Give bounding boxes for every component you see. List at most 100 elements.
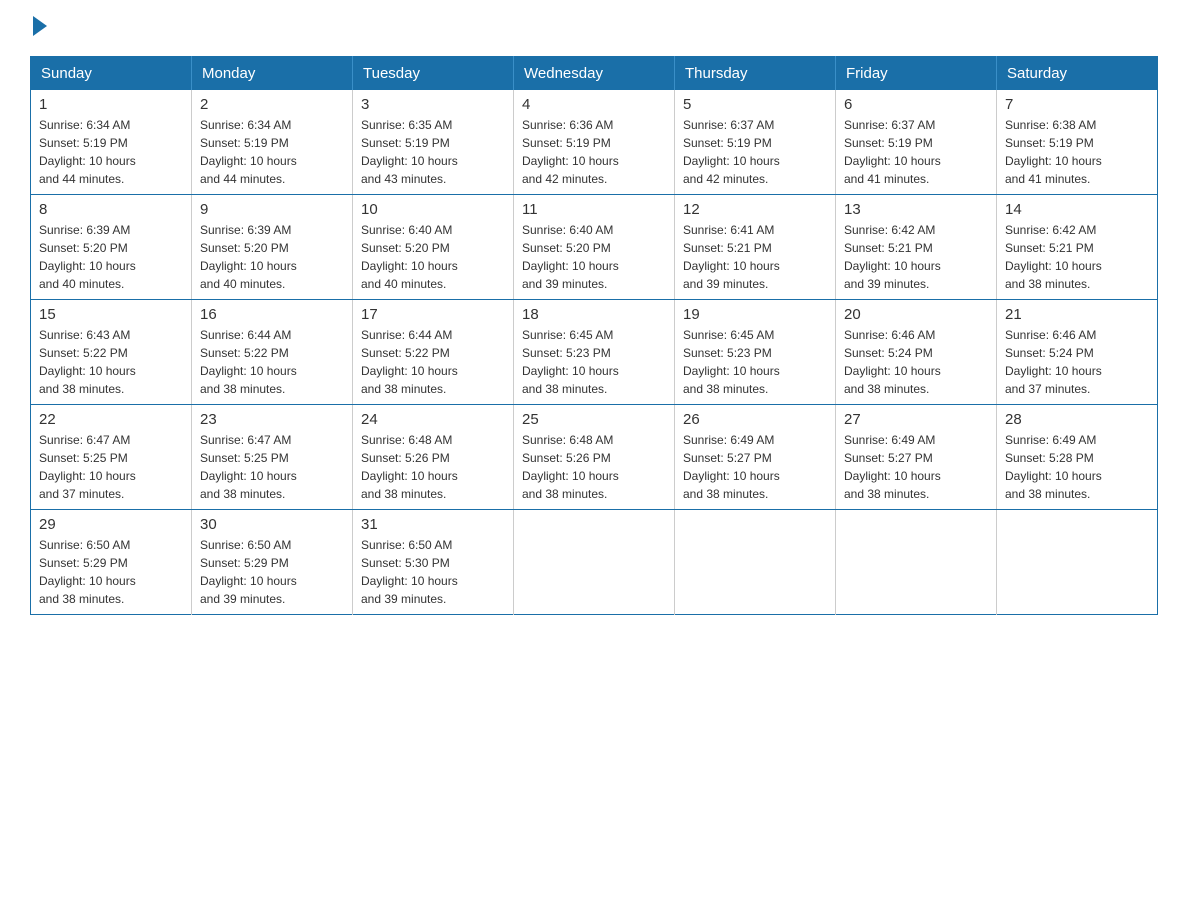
calendar-cell xyxy=(997,510,1158,615)
calendar-cell: 27 Sunrise: 6:49 AM Sunset: 5:27 PM Dayl… xyxy=(836,405,997,510)
calendar-cell: 7 Sunrise: 6:38 AM Sunset: 5:19 PM Dayli… xyxy=(997,90,1158,195)
day-info: Sunrise: 6:45 AM Sunset: 5:23 PM Dayligh… xyxy=(683,326,827,398)
weekday-header-tuesday: Tuesday xyxy=(353,57,514,91)
calendar-cell: 16 Sunrise: 6:44 AM Sunset: 5:22 PM Dayl… xyxy=(192,300,353,405)
calendar-cell: 14 Sunrise: 6:42 AM Sunset: 5:21 PM Dayl… xyxy=(997,195,1158,300)
day-number: 19 xyxy=(683,306,827,323)
calendar-cell: 18 Sunrise: 6:45 AM Sunset: 5:23 PM Dayl… xyxy=(514,300,675,405)
calendar-cell: 29 Sunrise: 6:50 AM Sunset: 5:29 PM Dayl… xyxy=(31,510,192,615)
day-number: 28 xyxy=(1005,411,1149,428)
calendar-cell xyxy=(675,510,836,615)
day-number: 22 xyxy=(39,411,183,428)
week-row-5: 29 Sunrise: 6:50 AM Sunset: 5:29 PM Dayl… xyxy=(31,510,1158,615)
day-info: Sunrise: 6:48 AM Sunset: 5:26 PM Dayligh… xyxy=(361,431,505,503)
calendar-cell: 4 Sunrise: 6:36 AM Sunset: 5:19 PM Dayli… xyxy=(514,90,675,195)
day-number: 12 xyxy=(683,201,827,218)
calendar-cell: 20 Sunrise: 6:46 AM Sunset: 5:24 PM Dayl… xyxy=(836,300,997,405)
logo-arrow-icon xyxy=(33,16,47,36)
page-header xyxy=(30,20,1158,36)
day-number: 23 xyxy=(200,411,344,428)
calendar-cell: 6 Sunrise: 6:37 AM Sunset: 5:19 PM Dayli… xyxy=(836,90,997,195)
day-number: 14 xyxy=(1005,201,1149,218)
day-info: Sunrise: 6:49 AM Sunset: 5:27 PM Dayligh… xyxy=(683,431,827,503)
day-info: Sunrise: 6:42 AM Sunset: 5:21 PM Dayligh… xyxy=(844,221,988,293)
calendar-cell: 30 Sunrise: 6:50 AM Sunset: 5:29 PM Dayl… xyxy=(192,510,353,615)
day-info: Sunrise: 6:50 AM Sunset: 5:29 PM Dayligh… xyxy=(200,536,344,608)
day-number: 25 xyxy=(522,411,666,428)
day-number: 8 xyxy=(39,201,183,218)
day-info: Sunrise: 6:49 AM Sunset: 5:28 PM Dayligh… xyxy=(1005,431,1149,503)
calendar-cell: 23 Sunrise: 6:47 AM Sunset: 5:25 PM Dayl… xyxy=(192,405,353,510)
day-number: 7 xyxy=(1005,96,1149,113)
calendar-cell: 31 Sunrise: 6:50 AM Sunset: 5:30 PM Dayl… xyxy=(353,510,514,615)
calendar-cell: 15 Sunrise: 6:43 AM Sunset: 5:22 PM Dayl… xyxy=(31,300,192,405)
day-info: Sunrise: 6:34 AM Sunset: 5:19 PM Dayligh… xyxy=(200,116,344,188)
week-row-3: 15 Sunrise: 6:43 AM Sunset: 5:22 PM Dayl… xyxy=(31,300,1158,405)
week-row-2: 8 Sunrise: 6:39 AM Sunset: 5:20 PM Dayli… xyxy=(31,195,1158,300)
day-info: Sunrise: 6:44 AM Sunset: 5:22 PM Dayligh… xyxy=(200,326,344,398)
day-number: 29 xyxy=(39,516,183,533)
day-info: Sunrise: 6:36 AM Sunset: 5:19 PM Dayligh… xyxy=(522,116,666,188)
calendar-cell: 26 Sunrise: 6:49 AM Sunset: 5:27 PM Dayl… xyxy=(675,405,836,510)
calendar-cell: 19 Sunrise: 6:45 AM Sunset: 5:23 PM Dayl… xyxy=(675,300,836,405)
day-info: Sunrise: 6:45 AM Sunset: 5:23 PM Dayligh… xyxy=(522,326,666,398)
calendar-cell: 28 Sunrise: 6:49 AM Sunset: 5:28 PM Dayl… xyxy=(997,405,1158,510)
calendar-cell xyxy=(836,510,997,615)
calendar-table: SundayMondayTuesdayWednesdayThursdayFrid… xyxy=(30,56,1158,615)
day-info: Sunrise: 6:48 AM Sunset: 5:26 PM Dayligh… xyxy=(522,431,666,503)
day-number: 30 xyxy=(200,516,344,533)
day-info: Sunrise: 6:37 AM Sunset: 5:19 PM Dayligh… xyxy=(683,116,827,188)
day-info: Sunrise: 6:43 AM Sunset: 5:22 PM Dayligh… xyxy=(39,326,183,398)
calendar-cell: 11 Sunrise: 6:40 AM Sunset: 5:20 PM Dayl… xyxy=(514,195,675,300)
weekday-header-thursday: Thursday xyxy=(675,57,836,91)
day-number: 17 xyxy=(361,306,505,323)
day-number: 10 xyxy=(361,201,505,218)
day-number: 4 xyxy=(522,96,666,113)
calendar-cell: 21 Sunrise: 6:46 AM Sunset: 5:24 PM Dayl… xyxy=(997,300,1158,405)
calendar-cell: 1 Sunrise: 6:34 AM Sunset: 5:19 PM Dayli… xyxy=(31,90,192,195)
calendar-cell: 22 Sunrise: 6:47 AM Sunset: 5:25 PM Dayl… xyxy=(31,405,192,510)
day-info: Sunrise: 6:39 AM Sunset: 5:20 PM Dayligh… xyxy=(200,221,344,293)
calendar-cell: 9 Sunrise: 6:39 AM Sunset: 5:20 PM Dayli… xyxy=(192,195,353,300)
day-number: 13 xyxy=(844,201,988,218)
day-info: Sunrise: 6:50 AM Sunset: 5:29 PM Dayligh… xyxy=(39,536,183,608)
logo-general-text xyxy=(30,20,47,36)
calendar-cell xyxy=(514,510,675,615)
day-number: 6 xyxy=(844,96,988,113)
day-number: 11 xyxy=(522,201,666,218)
day-number: 3 xyxy=(361,96,505,113)
day-number: 5 xyxy=(683,96,827,113)
weekday-header-row: SundayMondayTuesdayWednesdayThursdayFrid… xyxy=(31,57,1158,91)
day-number: 27 xyxy=(844,411,988,428)
calendar-cell: 13 Sunrise: 6:42 AM Sunset: 5:21 PM Dayl… xyxy=(836,195,997,300)
day-info: Sunrise: 6:40 AM Sunset: 5:20 PM Dayligh… xyxy=(361,221,505,293)
day-info: Sunrise: 6:37 AM Sunset: 5:19 PM Dayligh… xyxy=(844,116,988,188)
day-number: 15 xyxy=(39,306,183,323)
day-number: 16 xyxy=(200,306,344,323)
weekday-header-wednesday: Wednesday xyxy=(514,57,675,91)
calendar-cell: 3 Sunrise: 6:35 AM Sunset: 5:19 PM Dayli… xyxy=(353,90,514,195)
day-info: Sunrise: 6:47 AM Sunset: 5:25 PM Dayligh… xyxy=(39,431,183,503)
day-info: Sunrise: 6:42 AM Sunset: 5:21 PM Dayligh… xyxy=(1005,221,1149,293)
day-info: Sunrise: 6:39 AM Sunset: 5:20 PM Dayligh… xyxy=(39,221,183,293)
day-info: Sunrise: 6:46 AM Sunset: 5:24 PM Dayligh… xyxy=(1005,326,1149,398)
day-info: Sunrise: 6:49 AM Sunset: 5:27 PM Dayligh… xyxy=(844,431,988,503)
weekday-header-saturday: Saturday xyxy=(997,57,1158,91)
day-info: Sunrise: 6:44 AM Sunset: 5:22 PM Dayligh… xyxy=(361,326,505,398)
week-row-4: 22 Sunrise: 6:47 AM Sunset: 5:25 PM Dayl… xyxy=(31,405,1158,510)
calendar-cell: 12 Sunrise: 6:41 AM Sunset: 5:21 PM Dayl… xyxy=(675,195,836,300)
day-info: Sunrise: 6:38 AM Sunset: 5:19 PM Dayligh… xyxy=(1005,116,1149,188)
day-info: Sunrise: 6:34 AM Sunset: 5:19 PM Dayligh… xyxy=(39,116,183,188)
calendar-cell: 2 Sunrise: 6:34 AM Sunset: 5:19 PM Dayli… xyxy=(192,90,353,195)
calendar-cell: 8 Sunrise: 6:39 AM Sunset: 5:20 PM Dayli… xyxy=(31,195,192,300)
weekday-header-sunday: Sunday xyxy=(31,57,192,91)
weekday-header-monday: Monday xyxy=(192,57,353,91)
calendar-cell: 10 Sunrise: 6:40 AM Sunset: 5:20 PM Dayl… xyxy=(353,195,514,300)
day-number: 18 xyxy=(522,306,666,323)
weekday-header-friday: Friday xyxy=(836,57,997,91)
day-number: 9 xyxy=(200,201,344,218)
day-info: Sunrise: 6:50 AM Sunset: 5:30 PM Dayligh… xyxy=(361,536,505,608)
day-number: 26 xyxy=(683,411,827,428)
day-number: 20 xyxy=(844,306,988,323)
day-info: Sunrise: 6:46 AM Sunset: 5:24 PM Dayligh… xyxy=(844,326,988,398)
